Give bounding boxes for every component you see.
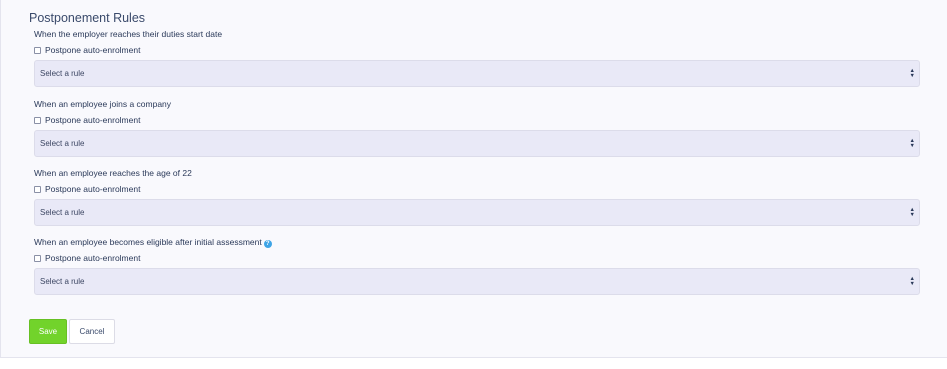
rule-select-value: Select a rule xyxy=(40,139,85,148)
rule-select[interactable]: Select a rule ▲ ▼ xyxy=(34,60,920,87)
rule-group-age-22: When an employee reaches the age of 22 P… xyxy=(34,167,920,226)
sort-arrows-icon: ▲ ▼ xyxy=(909,206,915,218)
rule-select-value: Select a rule xyxy=(40,208,85,217)
postponement-rules-panel: Postponement Rules When the employer rea… xyxy=(0,0,947,358)
postpone-checkbox[interactable] xyxy=(34,254,41,262)
section-title: Postponement Rules xyxy=(29,11,146,25)
rule-group-joins-company: When an employee joins a company Postpon… xyxy=(34,98,920,157)
postpone-checkbox-label[interactable]: Postpone auto-enrolment xyxy=(45,44,140,56)
save-button[interactable]: Save xyxy=(29,319,67,344)
rule-select[interactable]: Select a rule ▲ ▼ xyxy=(34,199,920,226)
rule-heading: When the employer reaches their duties s… xyxy=(34,29,223,39)
rule-group-duties-start: When the employer reaches their duties s… xyxy=(34,28,920,87)
sort-arrows-icon: ▲ ▼ xyxy=(909,67,915,79)
sort-arrows-icon: ▲ ▼ xyxy=(909,275,915,287)
rule-select[interactable]: Select a rule ▲ ▼ xyxy=(34,130,920,157)
cancel-button[interactable]: Cancel xyxy=(69,319,115,344)
rule-select[interactable]: Select a rule ▲ ▼ xyxy=(34,268,920,295)
postpone-checkbox-row[interactable]: Postpone auto-enrolment xyxy=(34,183,920,195)
rule-group-eligible-after-assessment: When an employee becomes eligible after … xyxy=(34,236,920,295)
postpone-checkbox[interactable] xyxy=(34,185,41,193)
postpone-checkbox-row[interactable]: Postpone auto-enrolment xyxy=(34,44,920,56)
postpone-checkbox-label[interactable]: Postpone auto-enrolment xyxy=(45,114,140,126)
postpone-checkbox-row[interactable]: Postpone auto-enrolment xyxy=(34,114,920,126)
question-circle-icon[interactable]: ? xyxy=(263,240,272,248)
rule-heading: When an employee joins a company xyxy=(34,99,172,109)
rule-select-value: Select a rule xyxy=(40,69,85,78)
rule-heading: When an employee reaches the age of 22 xyxy=(34,168,192,178)
postpone-checkbox-label[interactable]: Postpone auto-enrolment xyxy=(45,183,140,195)
postpone-checkbox-label[interactable]: Postpone auto-enrolment xyxy=(45,252,140,264)
rule-select-value: Select a rule xyxy=(40,277,85,286)
rule-heading: When an employee becomes eligible after … xyxy=(34,236,920,248)
postpone-checkbox[interactable] xyxy=(34,116,41,124)
rule-heading-text: When an employee becomes eligible after … xyxy=(34,237,262,247)
postpone-checkbox[interactable] xyxy=(34,46,41,54)
postpone-checkbox-row[interactable]: Postpone auto-enrolment xyxy=(34,252,920,264)
sort-arrows-icon: ▲ ▼ xyxy=(909,137,915,149)
